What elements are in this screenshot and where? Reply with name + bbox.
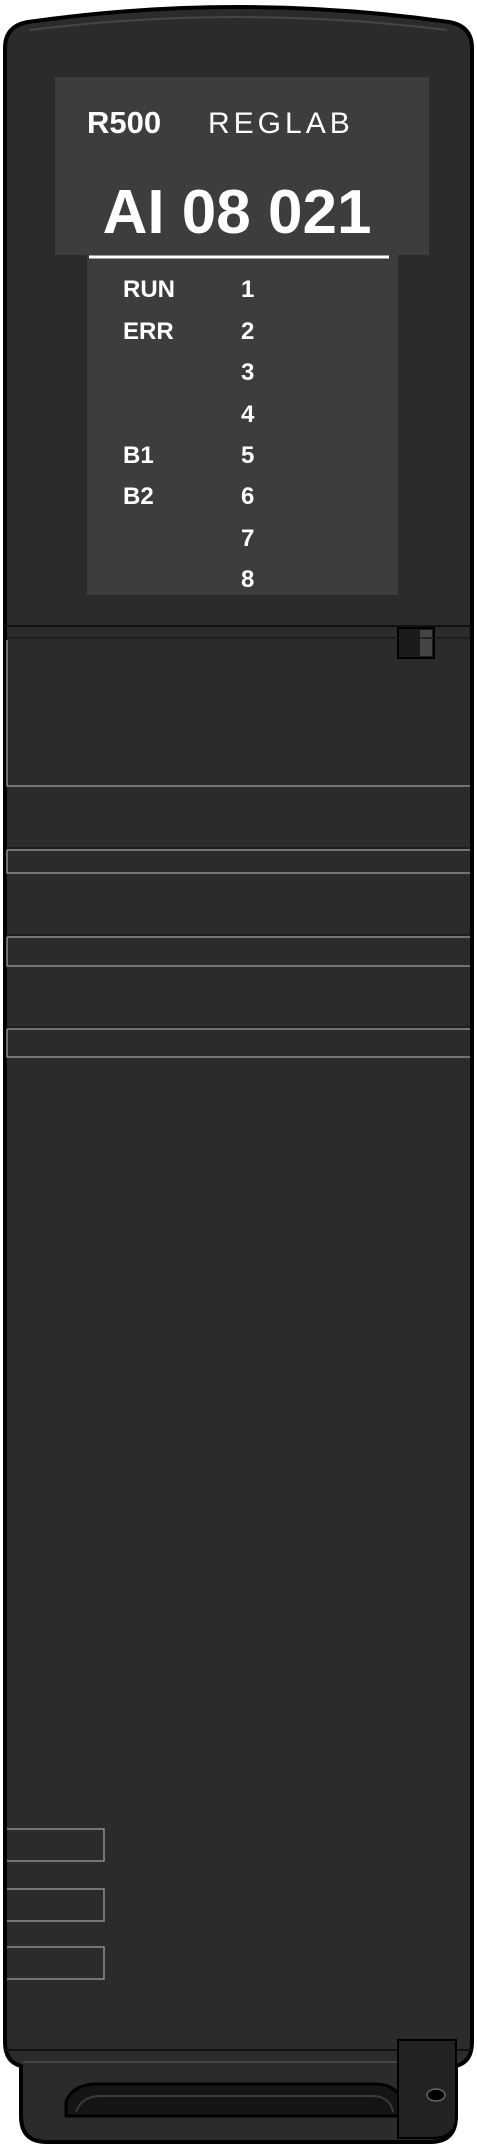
bottom-latch[interactable] xyxy=(397,2039,457,2139)
channel-label: 5 xyxy=(241,442,254,469)
bottom-grip-slot[interactable] xyxy=(64,2082,404,2118)
channel-label: 7 xyxy=(241,525,254,552)
status-label: RUN xyxy=(123,276,175,303)
io-module: R500 REGLAB AI 08 021 RUN ERR B1 B2 1 2 … xyxy=(3,5,474,2144)
brand-logo: REGLAB xyxy=(208,107,354,140)
latch-tab[interactable] xyxy=(397,627,435,659)
channel-label: 2 xyxy=(241,318,254,345)
series-label: R500 xyxy=(87,105,161,140)
status-label: B1 xyxy=(123,442,154,469)
channel-label: 6 xyxy=(241,483,254,510)
status-label: ERR xyxy=(123,318,174,345)
channel-label: 8 xyxy=(241,566,254,593)
latch-hole xyxy=(426,2088,446,2102)
channel-label: 1 xyxy=(241,276,254,303)
model-code: AI 08 021 xyxy=(103,178,372,247)
channel-label: 3 xyxy=(241,359,254,386)
status-label: B2 xyxy=(123,483,154,510)
channel-label: 4 xyxy=(241,401,255,428)
